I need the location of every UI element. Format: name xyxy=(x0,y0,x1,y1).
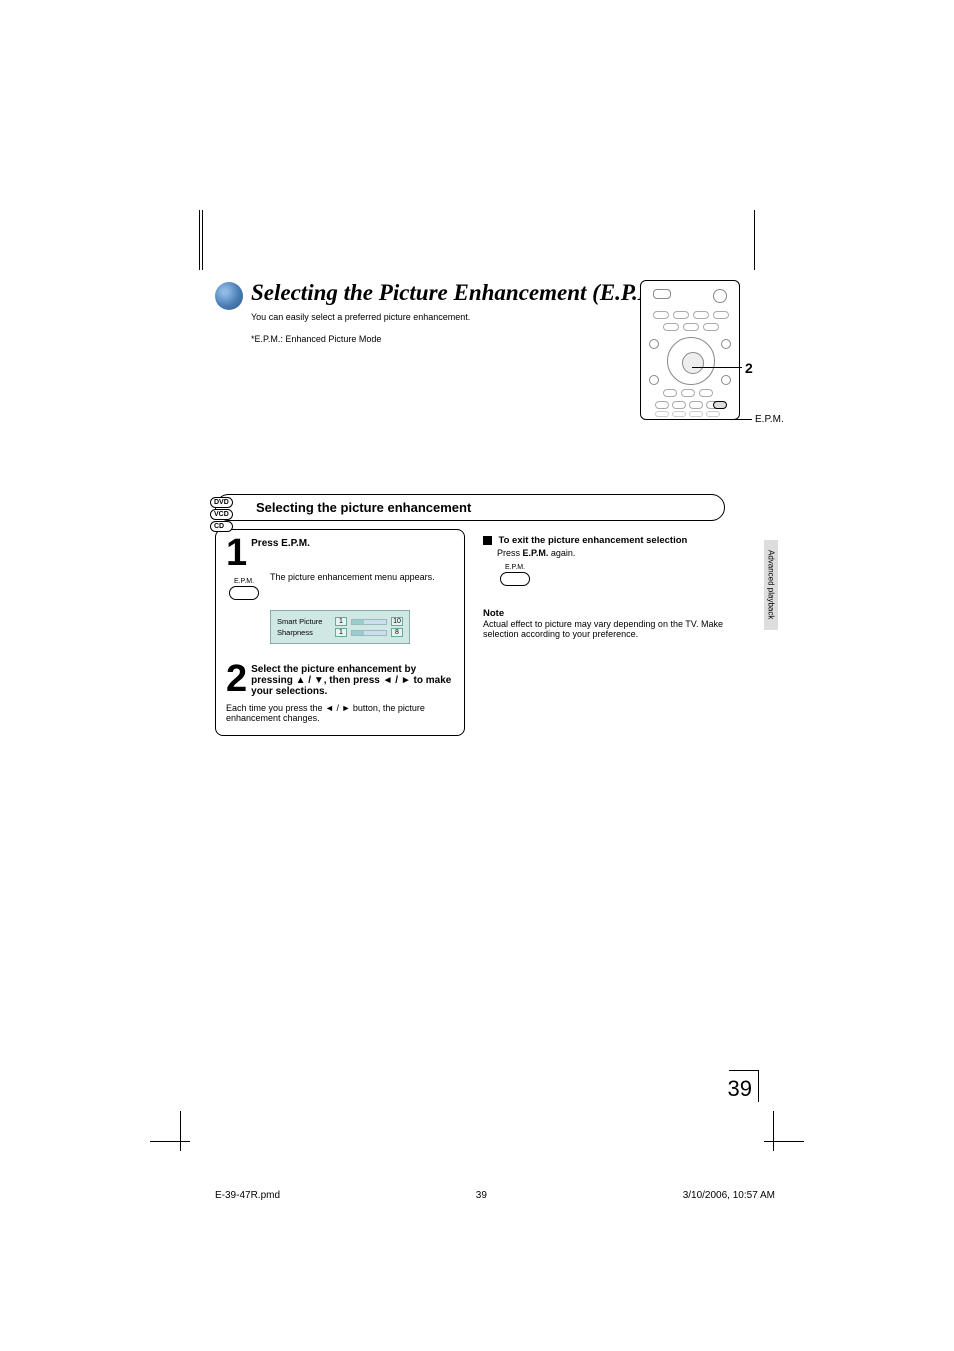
columns: 1 Press E.P.M. E.P.M. The picture enhanc… xyxy=(215,529,725,736)
remote-illustration xyxy=(640,280,740,420)
bullet-icon xyxy=(215,282,243,310)
step-2: 2 Select the picture enhancement by pres… xyxy=(226,664,454,723)
exit-body: Press E.P.M. again. xyxy=(497,548,725,558)
section-heading-bar: DVD VCD CD Selecting the picture enhance… xyxy=(215,494,725,521)
step-heading: Select the picture enhancement by pressi… xyxy=(226,664,454,697)
step-number: 2 xyxy=(226,664,247,694)
exit-section: To exit the picture enhancement selectio… xyxy=(483,535,725,586)
footer-timestamp: 3/10/2006, 10:57 AM xyxy=(683,1190,775,1201)
menu-max: 10 xyxy=(391,617,403,626)
step-heading: Press E.P.M. xyxy=(226,538,454,549)
remote-button-icon xyxy=(721,375,731,385)
step-number: 1 xyxy=(226,538,247,568)
side-tab-label: Advanced playback xyxy=(767,550,776,619)
crop-mark xyxy=(150,1111,210,1171)
remote-row xyxy=(655,411,720,417)
remote-button-icon xyxy=(649,375,659,385)
callout-line xyxy=(692,367,742,368)
disc-icon: DVD xyxy=(210,497,233,508)
exit-heading: To exit the picture enhancement selectio… xyxy=(499,535,688,546)
callout-number: 2 xyxy=(745,360,753,376)
menu-bar xyxy=(351,630,387,636)
disc-icon: VCD xyxy=(210,509,233,520)
remote-button-icon xyxy=(649,339,659,349)
step-body: The picture enhancement menu appears. xyxy=(270,568,454,582)
remote-row xyxy=(663,323,719,331)
dpad-icon xyxy=(667,337,715,385)
disc-icon: CD xyxy=(210,521,233,532)
page-number: 39 xyxy=(728,1070,759,1102)
menu-min: 1 xyxy=(335,628,347,637)
footer-file: E-39-47R.pmd xyxy=(215,1190,280,1201)
footer: E-39-47R.pmd 39 3/10/2006, 10:57 AM xyxy=(215,1190,775,1201)
button-shape-icon xyxy=(229,586,259,600)
button-shape-icon xyxy=(500,572,530,586)
page-title: Selecting the Picture Enhancement (E.P.M… xyxy=(251,280,683,306)
crop-mark xyxy=(195,210,203,270)
disc-icons: DVD VCD CD xyxy=(210,497,233,532)
remote-epm-button-icon xyxy=(713,401,727,409)
callout-label: E.P.M. xyxy=(755,414,784,425)
menu-label: Sharpness xyxy=(277,628,331,637)
section-heading: Selecting the picture enhancement xyxy=(256,500,471,515)
menu-min: 1 xyxy=(335,617,347,626)
epm-button-graphic: E.P.M. xyxy=(497,564,533,586)
footer-page: 39 xyxy=(476,1190,487,1201)
crop-mark xyxy=(744,1111,804,1171)
step-1: 1 Press E.P.M. E.P.M. The picture enhanc… xyxy=(226,538,454,644)
osd-menu: Smart Picture 1 10 Sharpness 1 8 xyxy=(270,610,410,644)
note-heading: Note xyxy=(483,608,725,619)
remote-row xyxy=(663,389,713,397)
menu-bar xyxy=(351,619,387,625)
note-body: Actual effect to picture may vary depend… xyxy=(483,619,725,639)
callout-line xyxy=(728,419,752,420)
menu-row: Sharpness 1 8 xyxy=(277,628,403,637)
remote-button-icon xyxy=(721,339,731,349)
remote-button-icon xyxy=(653,289,671,299)
remote-row xyxy=(653,311,729,319)
steps-panel: 1 Press E.P.M. E.P.M. The picture enhanc… xyxy=(215,529,465,736)
remote-button-icon xyxy=(713,289,727,303)
button-label: E.P.M. xyxy=(497,564,533,571)
side-tab: Advanced playback xyxy=(764,540,778,630)
menu-max: 8 xyxy=(391,628,403,637)
notes-column: To exit the picture enhancement selectio… xyxy=(465,529,725,736)
crop-mark xyxy=(754,210,774,270)
square-bullet-icon xyxy=(483,536,492,545)
epm-button-graphic: E.P.M. xyxy=(226,578,262,600)
button-label: E.P.M. xyxy=(226,578,262,585)
menu-row: Smart Picture 1 10 xyxy=(277,617,403,626)
step-body: Each time you press the ◄ / ► button, th… xyxy=(226,703,454,723)
menu-label: Smart Picture xyxy=(277,617,331,626)
remote-row xyxy=(655,401,720,409)
